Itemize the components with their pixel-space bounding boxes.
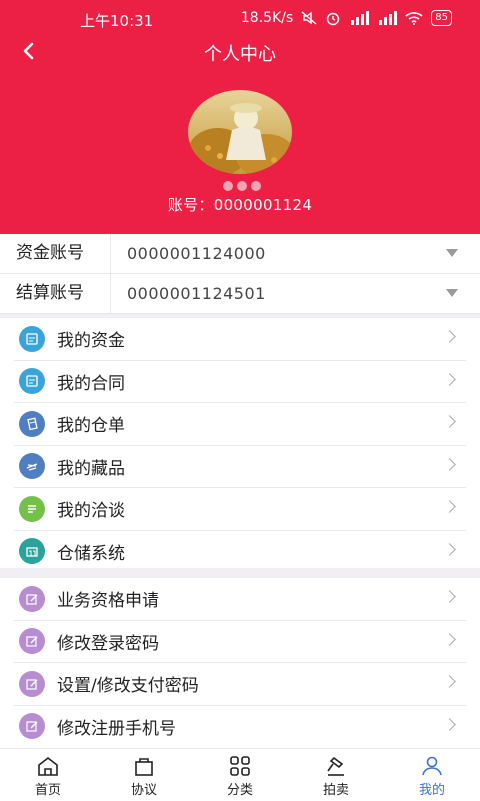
tab-home[interactable]: 首页 <box>0 749 96 801</box>
signal-icon <box>351 11 370 25</box>
bottom-tab-bar: 首页 协议 分类 拍卖 我的 <box>0 748 480 801</box>
chevron-right-icon <box>443 632 456 646</box>
receipt-icon <box>19 410 45 437</box>
account-selectors: 资金账号 0000001124000 结算账号 0000001124501 <box>0 234 480 314</box>
wallet-icon <box>19 325 45 352</box>
network-speed: 18.5K/s <box>240 10 294 26</box>
account-number: 账号：0000001124 <box>167 196 313 214</box>
mute-icon <box>301 11 317 25</box>
tab-mine[interactable]: 我的 <box>384 749 480 801</box>
menu-item-change-login-password[interactable]: 修改登录密码 <box>14 621 466 663</box>
signal-icon <box>379 11 398 25</box>
tab-category[interactable]: 分类 <box>192 749 288 801</box>
avatar[interactable] <box>188 90 292 174</box>
settlement-account-value[interactable]: 0000001124501 <box>111 284 480 303</box>
tab-agreement[interactable]: 协议 <box>96 749 192 801</box>
menu-item-business-qualification[interactable]: 业务资格申请 <box>14 578 466 621</box>
menu-item-my-funds[interactable]: 我的资金 <box>14 318 466 361</box>
dropdown-arrow-icon[interactable] <box>446 249 458 257</box>
dropdown-arrow-icon[interactable] <box>446 289 458 297</box>
profile-header: 上午10:31 18.5K/s 85 个人中心 账号：0000001124 <box>0 0 480 234</box>
menu-group-assets: 我的资金 我的合同 我的仓单 我的藏品 我的洽谈 仓储系统 <box>0 318 480 572</box>
menu-item-my-contracts[interactable]: 我的合同 <box>14 361 466 403</box>
chevron-right-icon <box>443 717 456 731</box>
edit-icon <box>19 713 45 740</box>
chevron-right-icon <box>443 415 456 428</box>
chevron-right-icon <box>443 372 456 386</box>
contract-icon <box>19 368 45 395</box>
chevron-right-icon <box>443 500 456 513</box>
home-icon <box>38 756 58 776</box>
edit-icon <box>19 628 45 655</box>
chevron-right-icon <box>443 675 456 688</box>
menu-item-storage-system[interactable]: 仓储系统 <box>14 531 466 573</box>
bag-icon <box>135 758 153 776</box>
page-title: 个人中心 <box>204 44 276 65</box>
menu-item-payment-password[interactable]: 设置/修改支付密码 <box>14 663 466 706</box>
chevron-right-icon <box>443 457 456 471</box>
chevron-right-icon <box>443 330 456 343</box>
warehouse-icon <box>19 538 45 565</box>
wifi-icon <box>405 12 423 25</box>
username-masked <box>218 181 266 191</box>
edit-icon <box>19 585 45 612</box>
user-icon <box>422 756 442 776</box>
divider <box>0 568 480 578</box>
menu-item-change-phone[interactable]: 修改注册手机号 <box>14 706 466 748</box>
nav-bar: 个人中心 <box>0 34 480 70</box>
alarm-icon <box>327 12 340 26</box>
grid-icon <box>230 756 250 776</box>
tab-auction[interactable]: 拍卖 <box>288 749 384 801</box>
menu-item-my-collection[interactable]: 我的藏品 <box>14 446 466 488</box>
fund-account-row[interactable]: 资金账号 0000001124000 <box>0 234 480 274</box>
menu-item-my-warehouse-receipts[interactable]: 我的仓单 <box>14 403 466 446</box>
settlement-account-label: 结算账号 <box>0 274 111 313</box>
chat-icon <box>19 495 45 522</box>
status-time: 上午10:31 <box>80 12 154 30</box>
fund-account-label: 资金账号 <box>0 234 111 273</box>
chevron-right-icon <box>443 590 456 603</box>
collection-icon <box>19 453 45 480</box>
settlement-account-row[interactable]: 结算账号 0000001124501 <box>0 274 480 314</box>
status-bar: 上午10:31 18.5K/s 85 <box>0 8 480 32</box>
menu-group-settings: 业务资格申请 修改登录密码 设置/修改支付密码 修改注册手机号 <box>0 578 480 747</box>
edit-icon <box>19 670 45 697</box>
chevron-right-icon <box>443 542 456 556</box>
fund-account-value[interactable]: 0000001124000 <box>111 244 480 263</box>
gavel-icon <box>327 756 344 776</box>
battery-indicator: 85 <box>431 10 452 26</box>
menu-item-my-negotiations[interactable]: 我的洽谈 <box>14 488 466 531</box>
